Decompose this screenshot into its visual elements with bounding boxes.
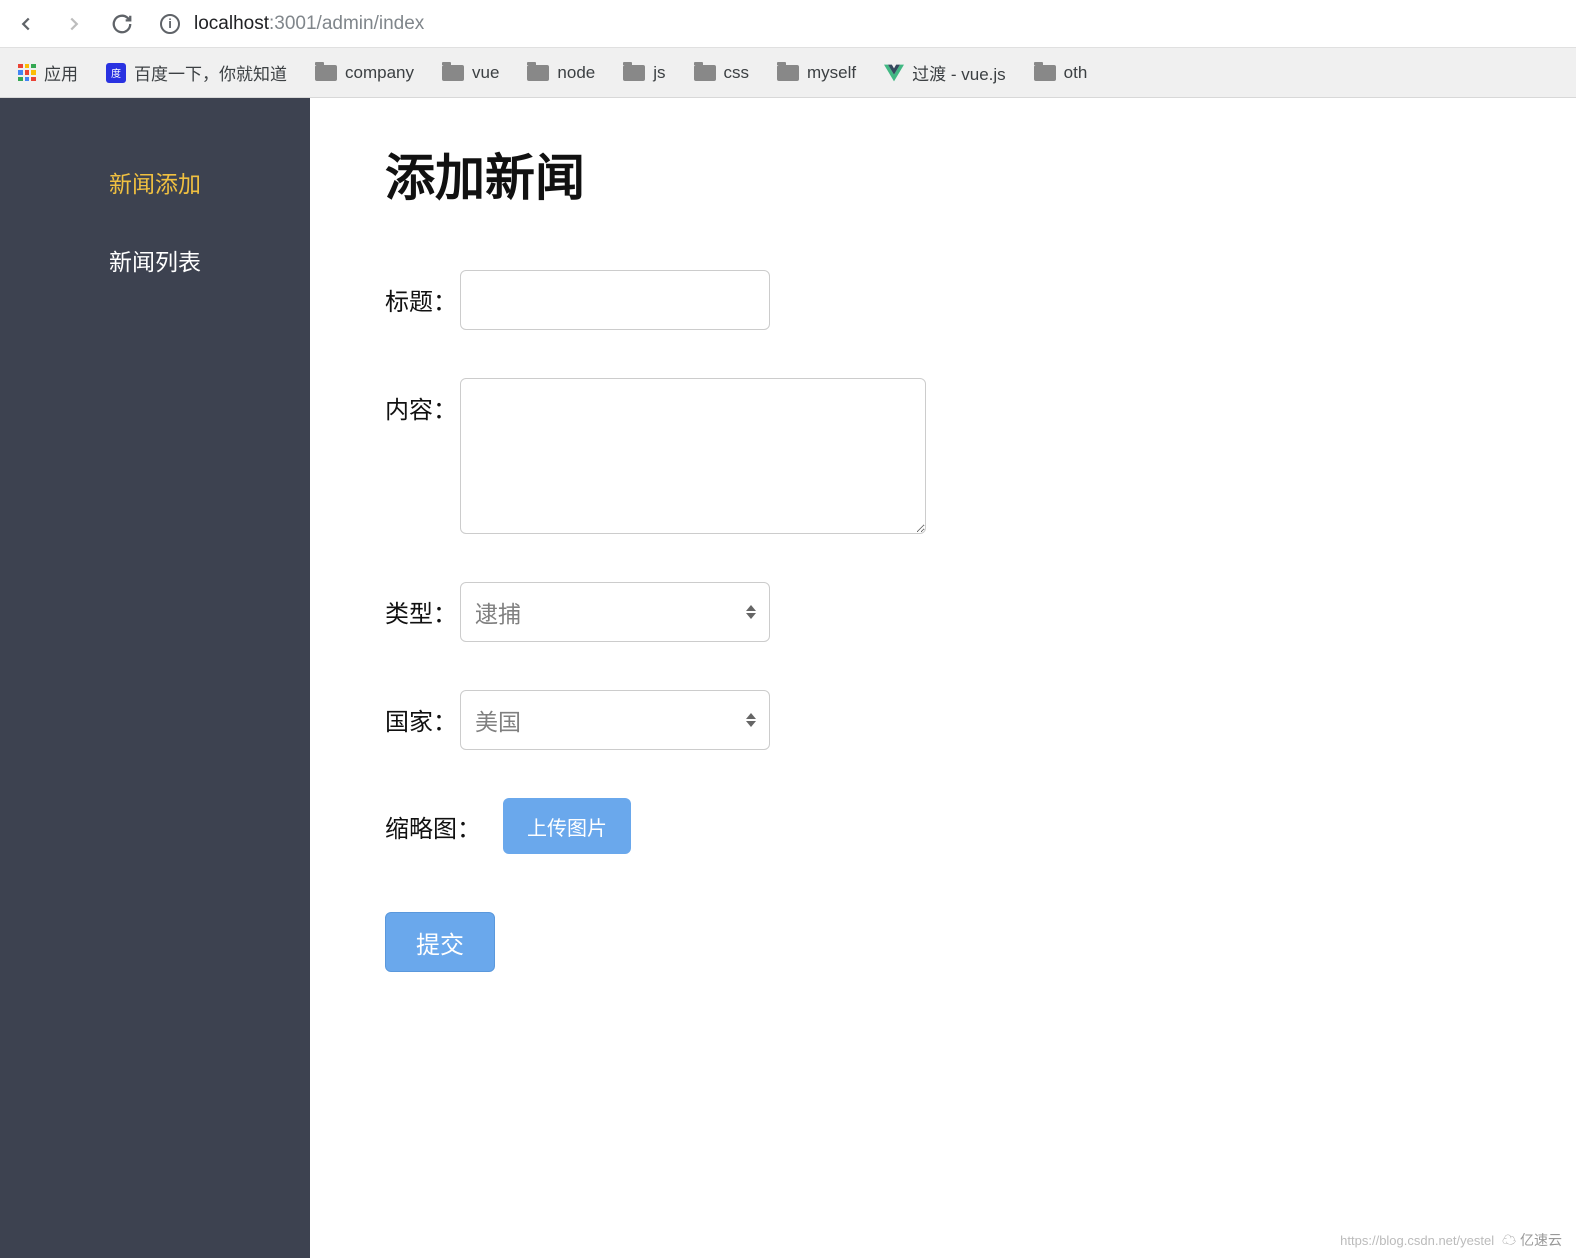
nav-reload-button[interactable] [104, 6, 140, 42]
content-area: 添加新闻 标题： 内容： 类型： 逮捕 国家： 美国 [310, 98, 1576, 1258]
sidebar: 新闻添加 新闻列表 [0, 98, 310, 1258]
baidu-icon: 度 [106, 63, 126, 83]
upload-image-button[interactable]: 上传图片 [503, 798, 631, 854]
page-title: 添加新闻 [385, 138, 1501, 210]
folder-icon [694, 65, 716, 81]
folder-icon [315, 65, 337, 81]
bookmark-baidu[interactable]: 度 百度一下，你就知道 [106, 60, 287, 85]
browser-toolbar: i localhost:3001/admin/index [0, 0, 1576, 48]
sidebar-item-news-list[interactable]: 新闻列表 [0, 221, 310, 299]
type-label: 类型： [385, 582, 460, 629]
bookmark-vue[interactable]: vue [442, 63, 499, 83]
title-input[interactable] [460, 270, 770, 330]
folder-icon [527, 65, 549, 81]
bookmark-vuejs[interactable]: 过渡 - vue.js [884, 60, 1006, 85]
url-path: :3001/admin/index [269, 13, 424, 35]
folder-icon [777, 65, 799, 81]
form-row-type: 类型： 逮捕 [385, 582, 1501, 642]
bookmark-company[interactable]: company [315, 63, 414, 83]
main-layout: 新闻添加 新闻列表 添加新闻 标题： 内容： 类型： 逮捕 [0, 98, 1576, 1258]
submit-button[interactable]: 提交 [385, 912, 495, 972]
content-textarea[interactable] [460, 378, 926, 534]
watermark-logo: ☁ 亿速云 [1502, 1230, 1562, 1250]
country-select[interactable]: 美国 [460, 690, 770, 750]
bookmarks-bar: 应用 度 百度一下，你就知道 company vue node js css m… [0, 48, 1576, 98]
sidebar-item-news-add[interactable]: 新闻添加 [0, 143, 310, 221]
watermark: https://blog.csdn.net/yestel ☁ 亿速云 [1340, 1230, 1562, 1250]
type-select[interactable]: 逮捕 [460, 582, 770, 642]
bookmark-node[interactable]: node [527, 63, 595, 83]
form-row-thumbnail: 缩略图： 上传图片 [385, 798, 1501, 854]
apps-icon [18, 64, 36, 82]
url-bar[interactable]: i localhost:3001/admin/index [152, 13, 1568, 35]
bookmark-myself[interactable]: myself [777, 63, 856, 83]
bookmark-apps[interactable]: 应用 [18, 60, 78, 85]
site-info-icon[interactable]: i [160, 14, 180, 34]
bookmark-css[interactable]: css [694, 63, 750, 83]
title-label: 标题： [385, 270, 460, 317]
form-row-title: 标题： [385, 270, 1501, 330]
bookmark-js[interactable]: js [623, 63, 665, 83]
vue-logo-icon [884, 64, 904, 82]
content-label: 内容： [385, 378, 460, 425]
thumbnail-label: 缩略图： [385, 809, 481, 844]
url-host: localhost [194, 13, 269, 35]
form-row-country: 国家： 美国 [385, 690, 1501, 750]
nav-forward-button[interactable] [56, 6, 92, 42]
bookmark-other[interactable]: oth [1034, 63, 1088, 83]
country-label: 国家： [385, 690, 460, 737]
folder-icon [442, 65, 464, 81]
nav-back-button[interactable] [8, 6, 44, 42]
form-row-content: 内容： [385, 378, 1501, 534]
folder-icon [1034, 65, 1056, 81]
folder-icon [623, 65, 645, 81]
